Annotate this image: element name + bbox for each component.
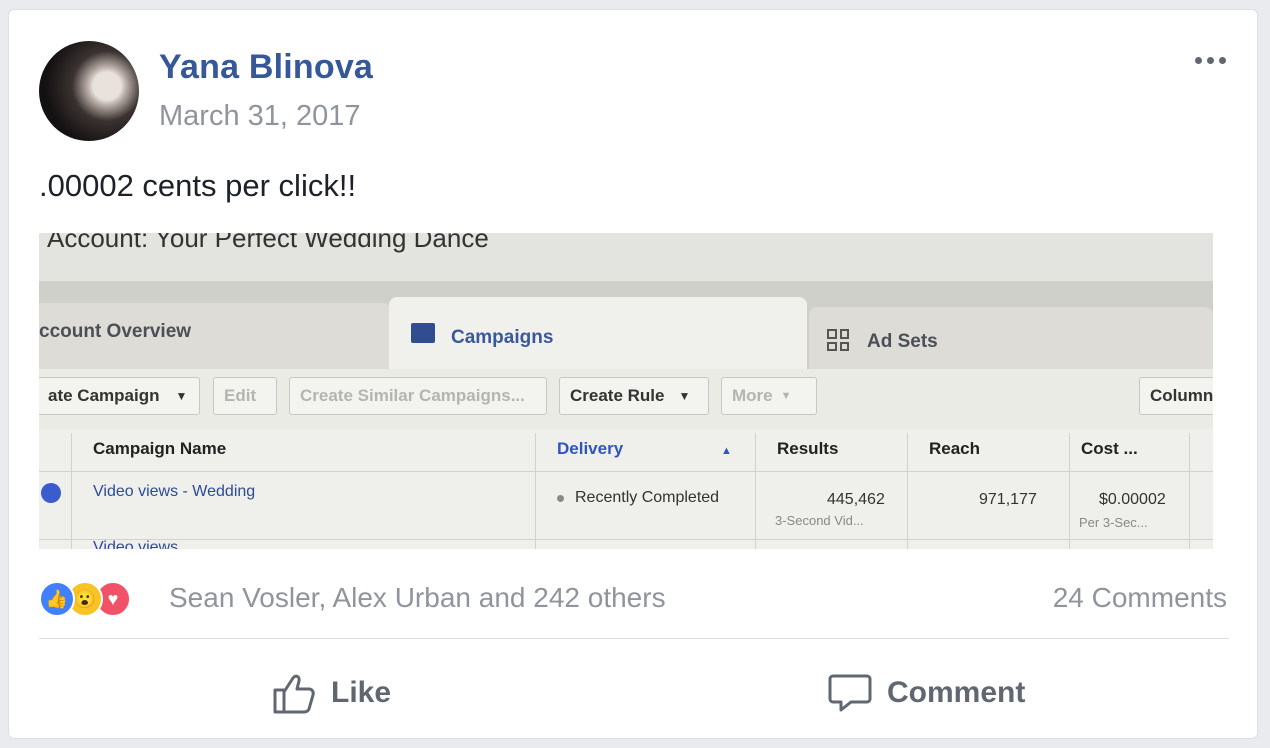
grid-icon xyxy=(827,329,849,351)
photo-row-cost: $0.00002 xyxy=(1099,491,1166,508)
like-button-label: Like xyxy=(331,676,392,709)
photo-row-delivery: Recently Completed xyxy=(575,489,720,506)
photo-tab-adsets: Ad Sets xyxy=(867,331,938,352)
divider xyxy=(39,638,1229,639)
reaction-icons[interactable]: 👍 😮 ♥ xyxy=(39,579,131,619)
reaction-summary[interactable]: Sean Vosler, Alex Urban and 242 others xyxy=(169,582,666,614)
photo-account-label: Account: Your Perfect Wedding Dance xyxy=(47,233,489,253)
photo-row-cost-sub: Per 3-Sec... xyxy=(1079,515,1148,530)
photo-tab-overview: ccount Overview xyxy=(39,321,192,342)
chevron-down-icon: ▼ xyxy=(175,389,188,403)
photo-row-results: 445,462 xyxy=(827,491,885,508)
photo-tab-campaigns: Campaigns xyxy=(451,327,554,348)
chevron-down-icon: ▼ xyxy=(678,389,691,403)
post-text: .00002 cents per click!! xyxy=(39,168,357,203)
author-avatar[interactable] xyxy=(39,41,139,141)
post-options-button[interactable] xyxy=(1195,50,1235,70)
thumbs-up-icon xyxy=(273,674,315,714)
status-dot-icon xyxy=(557,495,564,502)
photo-col-delivery: Delivery xyxy=(557,439,624,458)
post-date[interactable]: March 31, 2017 xyxy=(159,100,361,133)
chevron-down-icon: ▼ xyxy=(780,390,792,402)
photo-more: More ▼ xyxy=(721,377,817,415)
photo-row-reach: 971,177 xyxy=(979,491,1037,508)
author-name[interactable]: Yana Blinova xyxy=(159,48,373,87)
photo-columns: Column xyxy=(1139,377,1213,415)
photo-row-results-sub: 3-Second Vid... xyxy=(775,513,864,528)
campaign-toggle-icon xyxy=(41,483,61,503)
photo-create-rule: Create Rule ▼ xyxy=(559,377,709,415)
comment-button[interactable]: Comment xyxy=(827,665,1025,721)
ellipsis-icon xyxy=(1195,56,1202,64)
photo-col-reach: Reach xyxy=(929,439,981,458)
like-reaction-icon: 👍 xyxy=(39,581,75,617)
sort-ascending-icon: ▲ xyxy=(721,445,732,457)
photo-row-name: Video views - Wedding xyxy=(93,483,256,500)
photo-create-similar: Create Similar Campaigns... xyxy=(289,377,547,415)
like-button[interactable]: Like xyxy=(271,665,391,721)
photo-col-name: Campaign Name xyxy=(93,439,227,458)
photo-col-cost: Cost ... xyxy=(1081,439,1138,458)
comments-count-link[interactable]: 24 Comments xyxy=(1053,582,1227,614)
folder-icon xyxy=(411,323,435,343)
photo-create-campaign: ate Campaign ▼ xyxy=(39,377,200,415)
comment-bubble-icon xyxy=(828,674,872,712)
photo-next-row: Video views xyxy=(93,539,179,549)
post-card: Yana Blinova March 31, 2017 .00002 cents… xyxy=(8,9,1258,739)
photo-edit: Edit xyxy=(213,377,277,415)
post-photo[interactable]: Account: Your Perfect Wedding Dance ccou… xyxy=(39,233,1213,549)
comment-button-label: Comment xyxy=(887,676,1026,709)
photo-col-results: Results xyxy=(777,439,839,458)
